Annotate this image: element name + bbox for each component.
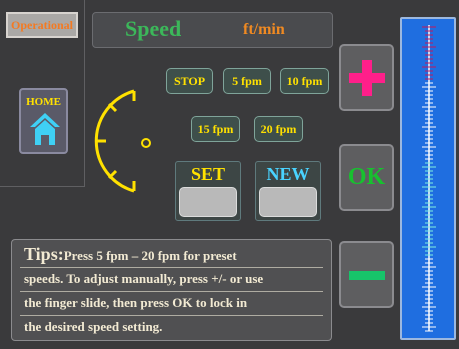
tips-line-2: speeds. To adjust manually, press +/- or… [24,271,264,286]
status-badge: Operational [6,12,78,38]
increase-button[interactable] [339,44,394,111]
tips-divider [20,315,323,316]
home-label: HOME [26,96,61,108]
left-panel: Operational HOME [0,0,85,187]
speed-title: Speed [125,16,182,41]
speed-finger-slider[interactable] [400,17,456,340]
new-button[interactable]: NEW [255,161,321,221]
set-label: SET [190,164,226,184]
tips-divider [20,291,323,292]
house-icon [30,113,60,145]
tips-line-3: the finger slide, then press OK to lock … [24,295,248,310]
new-button-face[interactable] [259,187,317,217]
tips-heading: Tips: [24,244,64,264]
preset-stop-button[interactable]: STOP [166,68,213,94]
ok-button[interactable]: OK [339,144,394,211]
speed-display: Speed ft/min [92,12,333,48]
tips-line-1: Press 5 fpm – 20 fpm for preset [63,248,237,263]
home-button[interactable]: HOME [19,88,68,154]
set-button[interactable]: SET [175,161,241,221]
decrease-button[interactable] [339,241,394,308]
tips-divider [20,267,323,268]
set-button-face[interactable] [179,187,237,217]
preset-15fpm-button[interactable]: 15 fpm [191,116,240,142]
plus-icon [349,60,385,96]
tips-line-4: the desired speed setting. [24,319,163,334]
preset-5fpm-button[interactable]: 5 fpm [223,68,271,94]
preset-20fpm-button[interactable]: 20 fpm [254,116,303,142]
preset-10fpm-button[interactable]: 10 fpm [280,68,329,94]
minus-icon [349,271,385,280]
tips-panel: Tips:Press 5 fpm – 20 fpm for preset spe… [11,239,332,341]
speed-unit: ft/min [243,21,285,38]
speed-gauge-arc [94,89,151,193]
ok-label: OK [347,164,386,190]
new-label: NEW [266,164,310,184]
slider-scale [422,25,436,332]
